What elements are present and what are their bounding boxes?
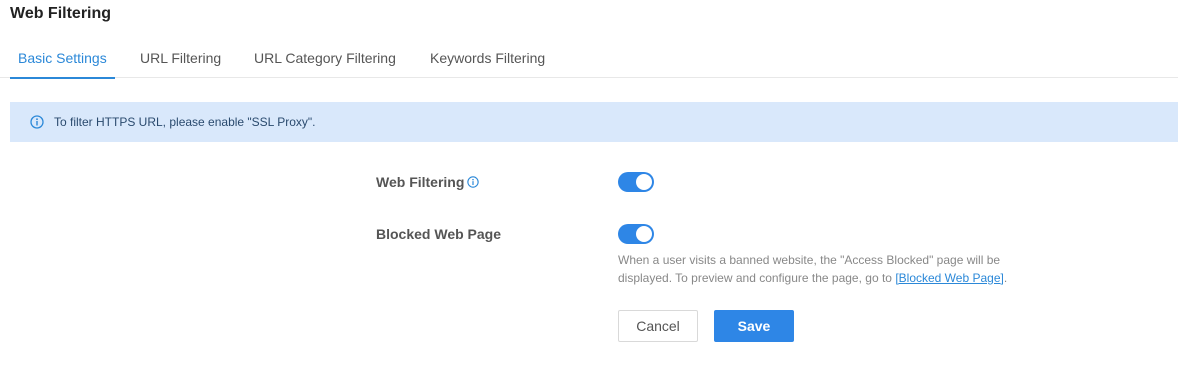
tab-keywords-filtering[interactable]: Keywords Filtering (430, 38, 545, 78)
web-filtering-page: Web Filtering Basic Settings URL Filteri… (0, 0, 1178, 390)
info-alert: To filter HTTPS URL, please enable "SSL … (10, 102, 1178, 142)
tab-url-category-filtering[interactable]: URL Category Filtering (254, 38, 396, 78)
tab-url-filtering[interactable]: URL Filtering (140, 38, 221, 78)
info-circle-icon (30, 115, 44, 129)
page-title: Web Filtering (10, 5, 112, 22)
web-filtering-label-text: Web Filtering (376, 174, 465, 190)
blocked-web-page-label-text: Blocked Web Page (376, 226, 502, 242)
blocked-web-page-help: When a user visits a banned website, the… (618, 251, 1048, 287)
web-filtering-toggle[interactable] (618, 172, 654, 192)
tab-basic-settings[interactable]: Basic Settings (10, 38, 115, 79)
alert-text: To filter HTTPS URL, please enable "SSL … (54, 115, 316, 129)
blocked-web-page-toggle[interactable] (618, 224, 654, 244)
help-text-suffix: . (1003, 271, 1008, 285)
tab-bar: Basic Settings URL Filtering URL Categor… (0, 38, 1178, 79)
web-filtering-label: Web Filtering (376, 174, 480, 190)
blocked-web-page-link[interactable]: [Blocked Web Page] (895, 271, 1004, 285)
cancel-button[interactable]: Cancel (618, 310, 698, 342)
blocked-web-page-label: Blocked Web Page (376, 226, 501, 242)
toggle-knob (636, 226, 652, 242)
save-button[interactable]: Save (714, 310, 794, 342)
toggle-knob (636, 174, 652, 190)
help-info-icon[interactable] (467, 176, 480, 188)
